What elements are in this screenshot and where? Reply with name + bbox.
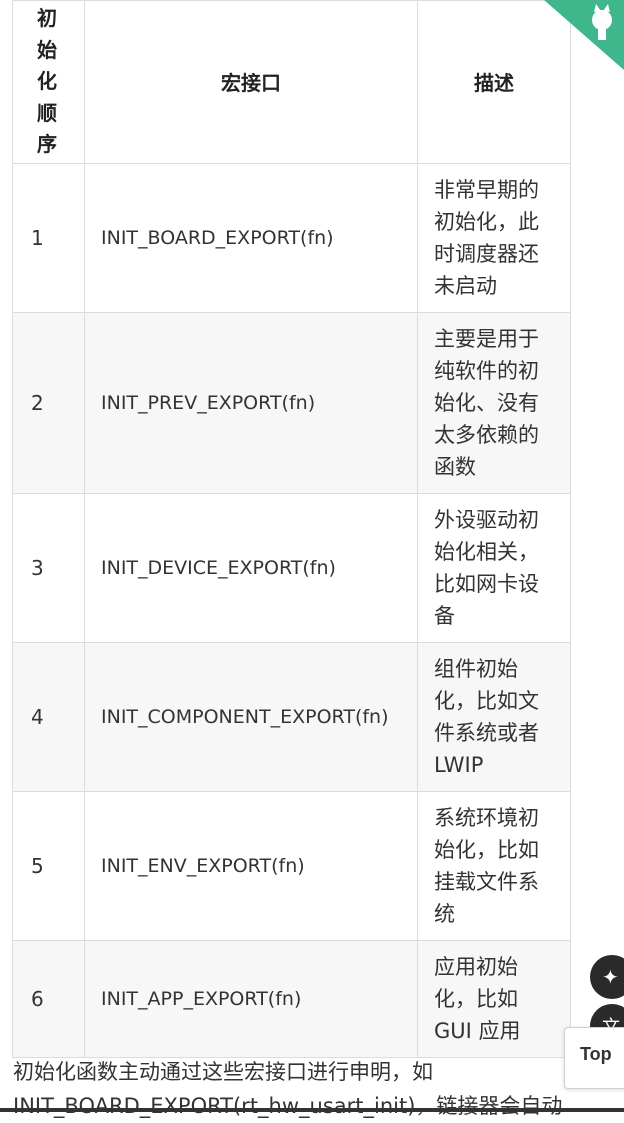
init-order-table-container: 初 始 化 顺 序 宏接口 描述 1 INIT_BOARD_EXPORT(fn)…	[12, 0, 571, 1058]
row-order: 4	[12, 641, 85, 792]
paragraph-line-2: INIT_BOARD_EXPORT(rt_hw_usart_init)，链接器会…	[13, 1094, 563, 1118]
row-macro: INIT_COMPONENT_EXPORT(fn)	[84, 641, 418, 792]
table-row: 1 INIT_BOARD_EXPORT(fn) 非常早期的初始化，此时调度器还未…	[12, 162, 571, 313]
table-row: 4 INIT_COMPONENT_EXPORT(fn) 组件初始化，比如文件系统…	[12, 641, 571, 792]
row-macro: INIT_PREV_EXPORT(fn)	[84, 311, 418, 494]
row-description: 应用初始化，比如 GUI 应用	[417, 939, 571, 1058]
row-description: 外设驱动初始化相关，比如网卡设备	[417, 492, 571, 643]
row-order: 6	[12, 939, 85, 1058]
github-corner-link[interactable]	[544, 0, 624, 70]
row-macro: INIT_ENV_EXPORT(fn)	[84, 790, 418, 941]
table-row: 2 INIT_PREV_EXPORT(fn) 主要是用于纯软件的初始化、没有太多…	[12, 311, 571, 494]
row-order: 2	[12, 311, 85, 494]
header-init-order: 初 始 化 顺 序	[12, 0, 85, 164]
row-description: 非常早期的初始化，此时调度器还未启动	[417, 162, 571, 313]
paragraph-line-1: 初始化函数主动通过这些宏接口进行申明，如	[13, 1060, 433, 1084]
table-row: 5 INIT_ENV_EXPORT(fn) 系统环境初始化，比如挂载文件系统	[12, 790, 571, 941]
sparkle-icon: ✦	[602, 965, 619, 989]
ai-assistant-button[interactable]: ✦	[590, 955, 624, 999]
back-to-top-label: Top	[580, 1044, 612, 1064]
row-macro: INIT_APP_EXPORT(fn)	[84, 939, 418, 1058]
row-order: 5	[12, 790, 85, 941]
table-row: 3 INIT_DEVICE_EXPORT(fn) 外设驱动初始化相关，比如网卡设…	[12, 492, 571, 643]
row-description: 主要是用于纯软件的初始化、没有太多依赖的函数	[417, 311, 571, 494]
table-header-row: 初 始 化 顺 序 宏接口 描述	[12, 0, 571, 164]
github-octocat-icon	[544, 0, 624, 70]
row-description: 组件初始化，比如文件系统或者 LWIP	[417, 641, 571, 792]
row-macro: INIT_DEVICE_EXPORT(fn)	[84, 492, 418, 643]
row-description: 系统环境初始化，比如挂载文件系统	[417, 790, 571, 941]
table-row: 6 INIT_APP_EXPORT(fn) 应用初始化，比如 GUI 应用	[12, 939, 571, 1058]
init-order-table: 初 始 化 顺 序 宏接口 描述 1 INIT_BOARD_EXPORT(fn)…	[12, 0, 571, 1058]
header-macro-interface: 宏接口	[84, 0, 418, 164]
bottom-edge-bar	[0, 1108, 624, 1112]
body-paragraph: 初始化函数主动通过这些宏接口进行申明，如 INIT_BOARD_EXPORT(r…	[13, 1055, 573, 1123]
row-order: 3	[12, 492, 85, 643]
row-macro: INIT_BOARD_EXPORT(fn)	[84, 162, 418, 313]
row-order: 1	[12, 162, 85, 313]
back-to-top-button[interactable]: Top	[564, 1027, 624, 1089]
